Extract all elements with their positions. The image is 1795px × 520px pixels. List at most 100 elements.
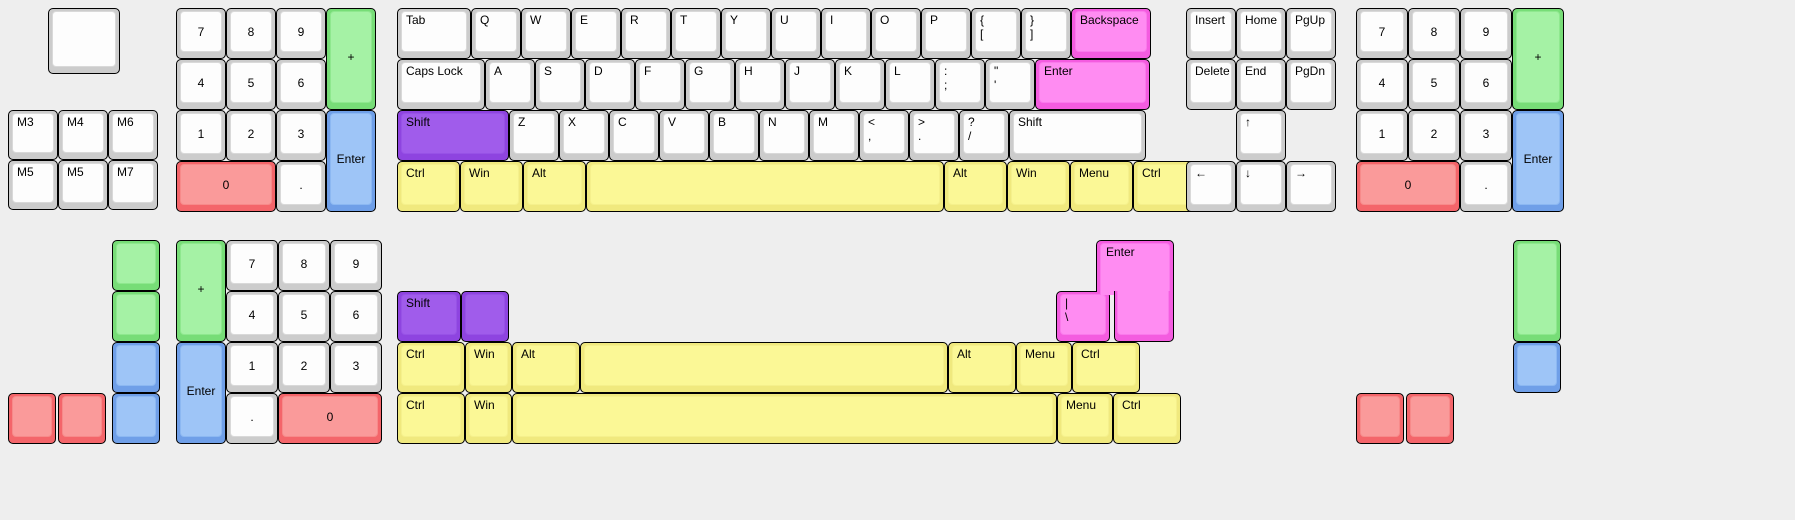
main-caps-row-2[interactable]: S (535, 59, 585, 110)
main-caps-row-4[interactable]: F (635, 59, 685, 110)
nav-arrow-2[interactable]: → (1286, 161, 1336, 212)
main-caps-row-12[interactable]: Enter (1035, 59, 1150, 110)
lower-mod-lower-4[interactable]: Ctrl (1113, 393, 1181, 444)
rnum-4-5-6-1[interactable]: 5 (1408, 59, 1460, 110)
macro-key-r0-1[interactable]: M4 (58, 110, 108, 160)
main-tab-row-7[interactable]: U (771, 8, 821, 59)
main-tab-row-10[interactable]: P (921, 8, 971, 59)
main-shift-row-3[interactable]: C (609, 110, 659, 161)
rnum-1-2-3-0[interactable]: 1 (1356, 110, 1408, 161)
main-tab-row-0[interactable]: Tab (397, 8, 471, 59)
nav-arrow-1[interactable]: ↓ (1236, 161, 1286, 212)
lnum-1-2-3-0[interactable]: 1 (176, 110, 226, 161)
main-shift-row-11[interactable]: Shift (1009, 110, 1146, 161)
main-shift-row-0[interactable]: Shift (397, 110, 509, 161)
lower-mod-upper-0[interactable]: Ctrl (397, 342, 465, 393)
lower-left-col-3[interactable] (112, 393, 160, 444)
lnum-4-5-6-1[interactable]: 5 (226, 59, 276, 110)
lower-left-red-0[interactable] (8, 393, 56, 444)
nav-row1-0[interactable]: Insert (1186, 8, 1236, 59)
lower-mod-upper-2[interactable]: Alt (512, 342, 580, 393)
main-bottom-row-2[interactable]: Alt (523, 161, 586, 212)
nav-arrow-0[interactable]: ← (1186, 161, 1236, 212)
main-shift-row-8[interactable]: < , (859, 110, 909, 161)
main-shift-row-5[interactable]: B (709, 110, 759, 161)
macro-key-r0-0[interactable]: M3 (8, 110, 58, 160)
lower-right-col-1[interactable] (1513, 342, 1561, 393)
rnum-4-5-6-0[interactable]: 4 (1356, 59, 1408, 110)
lower-mod-lower-1[interactable]: Win (465, 393, 512, 444)
main-tab-row-4[interactable]: R (621, 8, 671, 59)
rnum-zero[interactable]: 0 (1356, 161, 1460, 212)
main-caps-row-8[interactable]: K (835, 59, 885, 110)
main-caps-row-11[interactable]: " ' (985, 59, 1035, 110)
main-shift-row-6[interactable]: N (759, 110, 809, 161)
nav-row1-1[interactable]: Home (1236, 8, 1286, 59)
lower-mod-upper-6[interactable]: Ctrl (1072, 342, 1140, 393)
lower-left-col-2[interactable] (112, 342, 160, 393)
lnum-zero[interactable]: 0 (176, 161, 276, 212)
main-caps-row-10[interactable]: : ; (935, 59, 985, 110)
main-shift-row-2[interactable]: X (559, 110, 609, 161)
lower-num-plus[interactable]: + (176, 240, 226, 342)
lower-shift-wide[interactable]: Shift (397, 291, 461, 342)
main-caps-row-0[interactable]: Caps Lock (397, 59, 485, 110)
lower-mod-lower-2[interactable] (512, 393, 1057, 444)
lower-mod-upper-5[interactable]: Menu (1016, 342, 1072, 393)
rnum-4-5-6-2[interactable]: 6 (1460, 59, 1512, 110)
lnum-dot[interactable]: . (276, 161, 326, 212)
rnum-1-2-3-2[interactable]: 3 (1460, 110, 1512, 161)
macro-key-r1-1[interactable]: M5 (58, 160, 108, 210)
nav-row1-2[interactable]: PgUp (1286, 8, 1336, 59)
main-shift-row-1[interactable]: Z (509, 110, 559, 161)
main-bottom-row-0[interactable]: Ctrl (397, 161, 460, 212)
lnum-1-2-3-1[interactable]: 2 (226, 110, 276, 161)
nav-arrow-up[interactable]: ↑ (1236, 110, 1286, 161)
lower-num-r0-2[interactable]: 9 (330, 240, 382, 291)
lnum-1-2-3-2[interactable]: 3 (276, 110, 326, 161)
lower-mod-lower-0[interactable]: Ctrl (397, 393, 465, 444)
lnum-4-5-6-0[interactable]: 4 (176, 59, 226, 110)
main-tab-row-1[interactable]: Q (471, 8, 521, 59)
main-shift-row-7[interactable]: M (809, 110, 859, 161)
lower-mod-upper-3[interactable] (580, 342, 948, 393)
lnum-7-8-9-1[interactable]: 8 (226, 8, 276, 59)
main-caps-row-6[interactable]: H (735, 59, 785, 110)
lower-left-red-1[interactable] (58, 393, 106, 444)
main-bottom-row-4[interactable]: Alt (944, 161, 1007, 212)
main-tab-row-3[interactable]: E (571, 8, 621, 59)
nav-row2-1[interactable]: End (1236, 59, 1286, 110)
rnum-7-8-9-1[interactable]: 8 (1408, 8, 1460, 59)
standalone-key[interactable] (48, 8, 120, 74)
main-caps-row-5[interactable]: G (685, 59, 735, 110)
main-bottom-row-6[interactable]: Menu (1070, 161, 1133, 212)
lower-num-r1-1[interactable]: 5 (278, 291, 330, 342)
main-tab-row-5[interactable]: T (671, 8, 721, 59)
main-caps-row-1[interactable]: A (485, 59, 535, 110)
lower-mod-upper-4[interactable]: Alt (948, 342, 1016, 393)
main-caps-row-7[interactable]: J (785, 59, 835, 110)
lower-num-dot[interactable]: . (226, 393, 278, 444)
lower-right-col-0[interactable] (1513, 240, 1561, 342)
rnum-dot[interactable]: . (1460, 161, 1512, 212)
lower-right-red-0[interactable] (1356, 393, 1404, 444)
lnum-7-8-9-2[interactable]: 9 (276, 8, 326, 59)
main-shift-row-4[interactable]: V (659, 110, 709, 161)
lower-left-col-1[interactable] (112, 291, 160, 342)
lnum-enter[interactable]: Enter (326, 110, 376, 212)
main-tab-row-13[interactable]: Backspace (1071, 8, 1151, 59)
main-tab-row-11[interactable]: { [ (971, 8, 1021, 59)
lower-right-red-1[interactable] (1406, 393, 1454, 444)
lower-num-r2-0[interactable]: 1 (226, 342, 278, 393)
macro-key-r1-2[interactable]: M7 (108, 160, 158, 210)
main-shift-row-10[interactable]: ? / (959, 110, 1009, 161)
macro-key-r1-0[interactable]: M5 (8, 160, 58, 210)
lower-mod-lower-3[interactable]: Menu (1057, 393, 1113, 444)
rnum-7-8-9-0[interactable]: 7 (1356, 8, 1408, 59)
lower-num-zero[interactable]: 0 (278, 393, 382, 444)
lnum-4-5-6-2[interactable]: 6 (276, 59, 326, 110)
lower-iso-enter[interactable]: Enter (1096, 240, 1174, 342)
main-tab-row-8[interactable]: I (821, 8, 871, 59)
main-tab-row-2[interactable]: W (521, 8, 571, 59)
main-bottom-row-1[interactable]: Win (460, 161, 523, 212)
